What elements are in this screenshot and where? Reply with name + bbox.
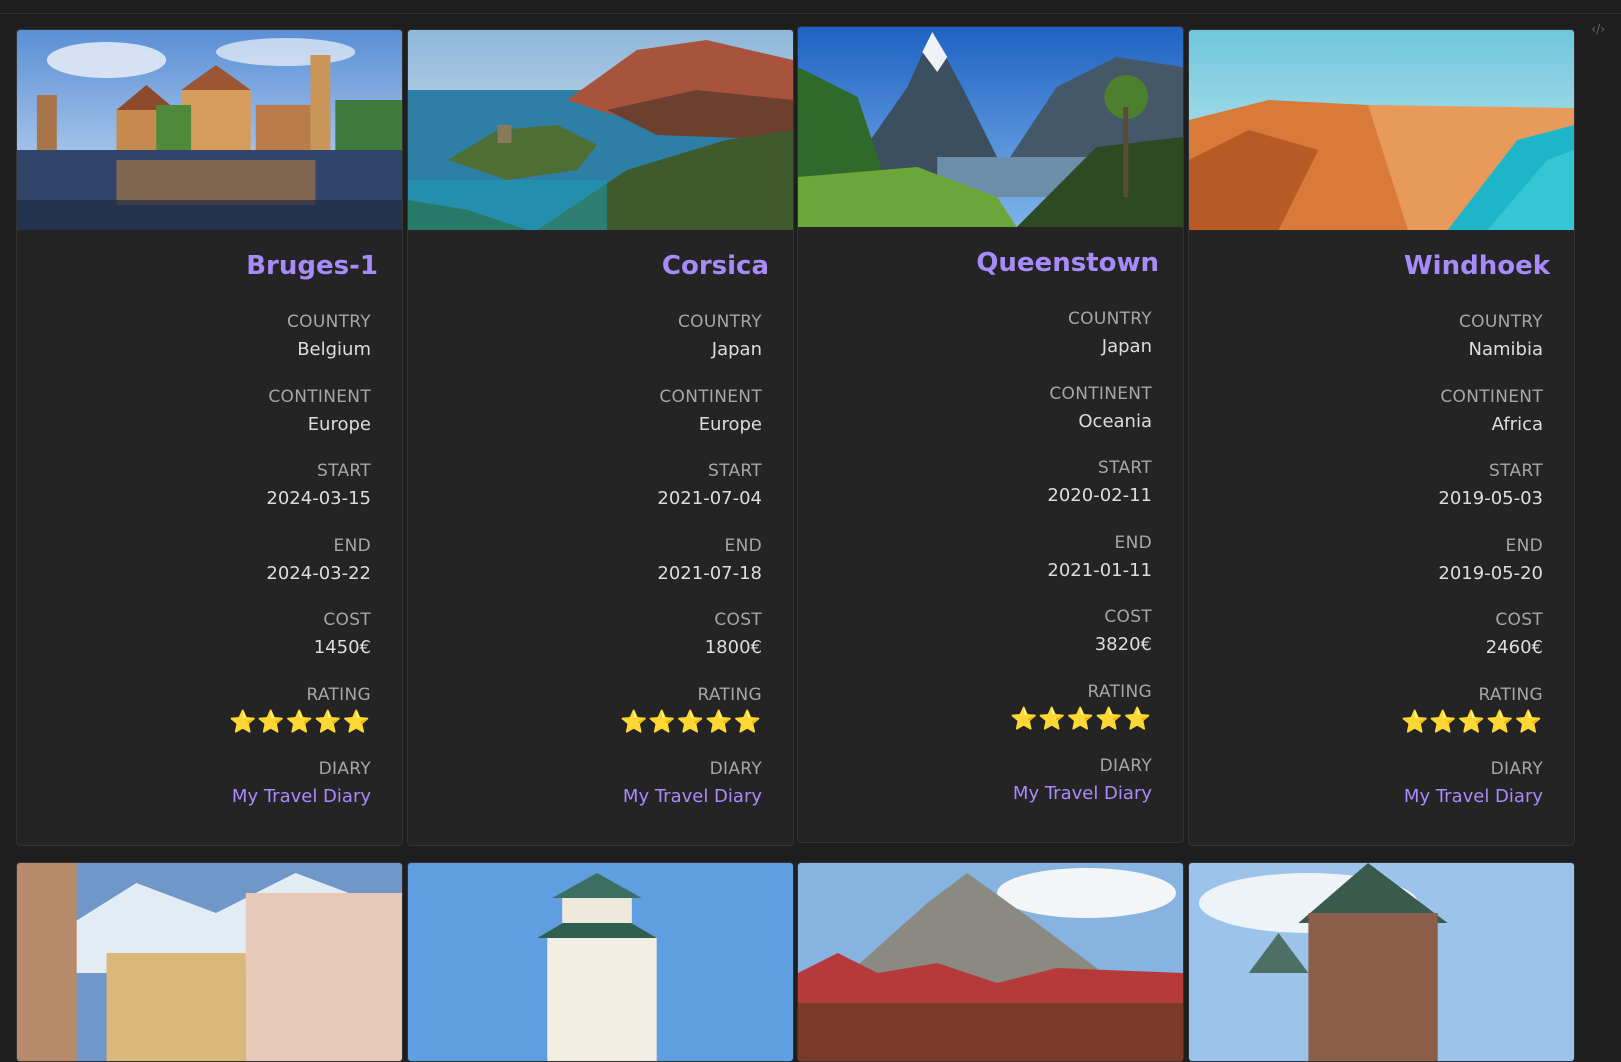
start-label: START	[1489, 461, 1543, 481]
japanese-castle-photo-icon	[408, 863, 793, 1061]
start-value: 2019-05-03	[1438, 488, 1543, 509]
continent-value: Europe	[698, 413, 762, 435]
cover-image	[408, 30, 793, 230]
continent-label: CONTINENT	[268, 386, 371, 407]
star-rating: ⭐⭐⭐⭐⭐	[1010, 706, 1152, 732]
travel-card[interactable]	[1188, 862, 1575, 1062]
alpine-town-photo-icon	[17, 863, 402, 1061]
cost-label: COST	[1104, 607, 1152, 627]
rating-label: RATING	[1478, 684, 1543, 705]
star-rating: ⭐⭐⭐⭐⭐	[229, 709, 371, 735]
start-label: START	[1098, 458, 1152, 478]
start-value: 2021-07-04	[657, 488, 762, 509]
cost-value: 2460€	[1485, 637, 1543, 658]
diary-label: DIARY	[1099, 756, 1152, 776]
star-rating: ⭐⭐⭐⭐⭐	[620, 709, 762, 735]
cost-label: COST	[714, 610, 762, 630]
country-label: COUNTRY	[1458, 312, 1543, 332]
diary-label: DIARY	[709, 759, 762, 779]
country-value: Belgium	[297, 339, 371, 360]
diary-link[interactable]: My Travel Diary	[623, 786, 762, 807]
card-title[interactable]: Queenstown	[798, 227, 1183, 293]
travel-card[interactable]	[16, 862, 403, 1062]
diary-link[interactable]: My Travel Diary	[1013, 783, 1152, 804]
travel-card[interactable]: Bruges-1 COUNTRY Belgium CONTINENT Europe …	[16, 29, 403, 846]
continent-label: CONTINENT	[1440, 386, 1543, 407]
start-label: START	[317, 461, 371, 481]
end-value: 2021-07-18	[657, 562, 762, 584]
end-value: 2019-05-20	[1438, 562, 1543, 584]
travel-card[interactable]: Corsica COUNTRY Japan CONTINENT Europe STA…	[407, 29, 794, 846]
diary-link[interactable]: My Travel Diary	[1404, 786, 1543, 807]
mountain-village-photo-icon	[798, 863, 1183, 1061]
country-value: Namibia	[1468, 339, 1544, 360]
cover-image	[17, 30, 402, 230]
cost-label: COST	[323, 610, 371, 630]
desert-dunes-ocean-photo-icon	[1189, 30, 1574, 230]
start-value: 2024-03-15	[266, 488, 371, 509]
rating-label: RATING	[1087, 681, 1152, 702]
start-label: START	[708, 461, 762, 481]
cover-image	[798, 27, 1183, 227]
cover-image	[798, 863, 1183, 1061]
fjord-mountains-photo-icon	[798, 27, 1183, 227]
country-label: COUNTRY	[1067, 309, 1152, 329]
diary-label: DIARY	[1490, 759, 1543, 779]
rating-label: RATING	[306, 684, 371, 705]
rating-label: RATING	[697, 684, 762, 705]
travel-card[interactable]: Queenstown COUNTRY Japan CONTINENT Oceania…	[797, 26, 1184, 843]
card-properties: COUNTRY Japan CONTINENT Europe START 2021-0…	[408, 296, 793, 830]
end-value: 2024-03-22	[266, 562, 371, 584]
card-properties: COUNTRY Japan CONTINENT Oceania START 2020-…	[798, 293, 1183, 827]
chateau-photo-icon	[1189, 863, 1574, 1061]
continent-value: Europe	[307, 413, 371, 435]
diary-label: DIARY	[318, 759, 371, 779]
country-value: Japan	[711, 339, 762, 360]
canal-town-photo-icon	[17, 30, 402, 230]
card-properties: COUNTRY Namibia CONTINENT Africa START 2019…	[1189, 296, 1574, 830]
continent-value: Africa	[1491, 413, 1543, 435]
cover-image	[408, 863, 793, 1061]
continent-value: Oceania	[1078, 410, 1152, 432]
travel-card[interactable]	[407, 862, 794, 1062]
cover-image	[1189, 863, 1574, 1061]
cost-value: 3820€	[1094, 634, 1152, 655]
star-rating: ⭐⭐⭐⭐⭐	[1401, 709, 1543, 735]
country-value: Japan	[1101, 336, 1152, 357]
travel-card[interactable]: Windhoek COUNTRY Namibia CONTINENT Africa …	[1188, 29, 1575, 846]
country-label: COUNTRY	[677, 312, 762, 332]
end-label: END	[333, 535, 371, 556]
coastline-photo-icon	[408, 30, 793, 230]
card-title[interactable]: Corsica	[408, 230, 793, 296]
continent-label: CONTINENT	[1049, 383, 1152, 404]
end-value: 2021-01-11	[1047, 559, 1152, 581]
continent-label: CONTINENT	[659, 386, 762, 407]
end-label: END	[724, 535, 762, 556]
card-title[interactable]: Windhoek	[1189, 230, 1574, 296]
travel-card[interactable]	[797, 862, 1184, 1062]
cost-label: COST	[1495, 610, 1543, 630]
card-title[interactable]: Bruges-1	[17, 230, 402, 296]
cover-image	[17, 863, 402, 1061]
cost-value: 1800€	[704, 637, 762, 658]
start-value: 2020-02-11	[1047, 485, 1152, 506]
cost-value: 1450€	[313, 637, 371, 658]
country-label: COUNTRY	[286, 312, 371, 332]
end-label: END	[1505, 535, 1543, 556]
end-label: END	[1114, 532, 1152, 553]
card-properties: COUNTRY Belgium CONTINENT Europe START 2024…	[17, 296, 402, 830]
cover-image	[1189, 30, 1574, 230]
diary-link[interactable]: My Travel Diary	[232, 786, 371, 807]
card-grid: Bruges-1 COUNTRY Belgium CONTINENT Europe …	[0, 0, 1621, 1062]
